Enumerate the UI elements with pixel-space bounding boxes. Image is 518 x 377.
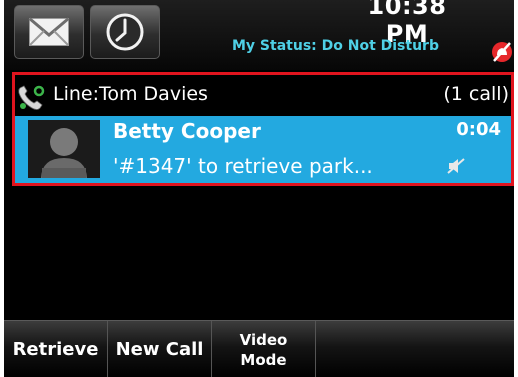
muted-audio-icon [447,158,465,174]
empty-call-area [4,186,514,320]
messages-button[interactable] [14,5,84,59]
video-mode-softkey[interactable]: Video Mode [212,321,316,377]
envelope-icon [28,17,70,47]
my-status-text: My Status: Do Not Disturb [232,38,439,54]
call-count: (1 call) [443,83,509,105]
retrieve-softkey[interactable]: Retrieve [4,321,108,377]
active-call-row[interactable]: Betty Cooper 0:04 '#1347' to retrieve pa… [12,116,514,186]
call-history-button[interactable] [90,5,160,59]
do-not-disturb-icon[interactable] [491,40,513,64]
new-call-softkey[interactable]: New Call [108,321,212,377]
status-bar: 10:38 PM My Status: Do Not Disturb [4,0,514,70]
call-info-text: '#1347' to retrieve park... [113,154,373,178]
clock-icon [106,13,144,51]
call-duration: 0:04 [456,119,501,140]
caller-avatar [28,120,100,178]
phone-screen: 10:38 PM My Status: Do Not Disturb Line:… [4,0,514,377]
person-avatar-icon [41,128,87,178]
empty-softkey [316,321,514,377]
line-header[interactable]: Line:Tom Davies (1 call) [12,72,514,116]
line-phone-icon [18,85,45,110]
caller-name: Betty Cooper [113,119,261,143]
line-label: Line:Tom Davies [53,83,208,105]
softkey-bar: Retrieve New Call Video Mode [4,320,514,377]
